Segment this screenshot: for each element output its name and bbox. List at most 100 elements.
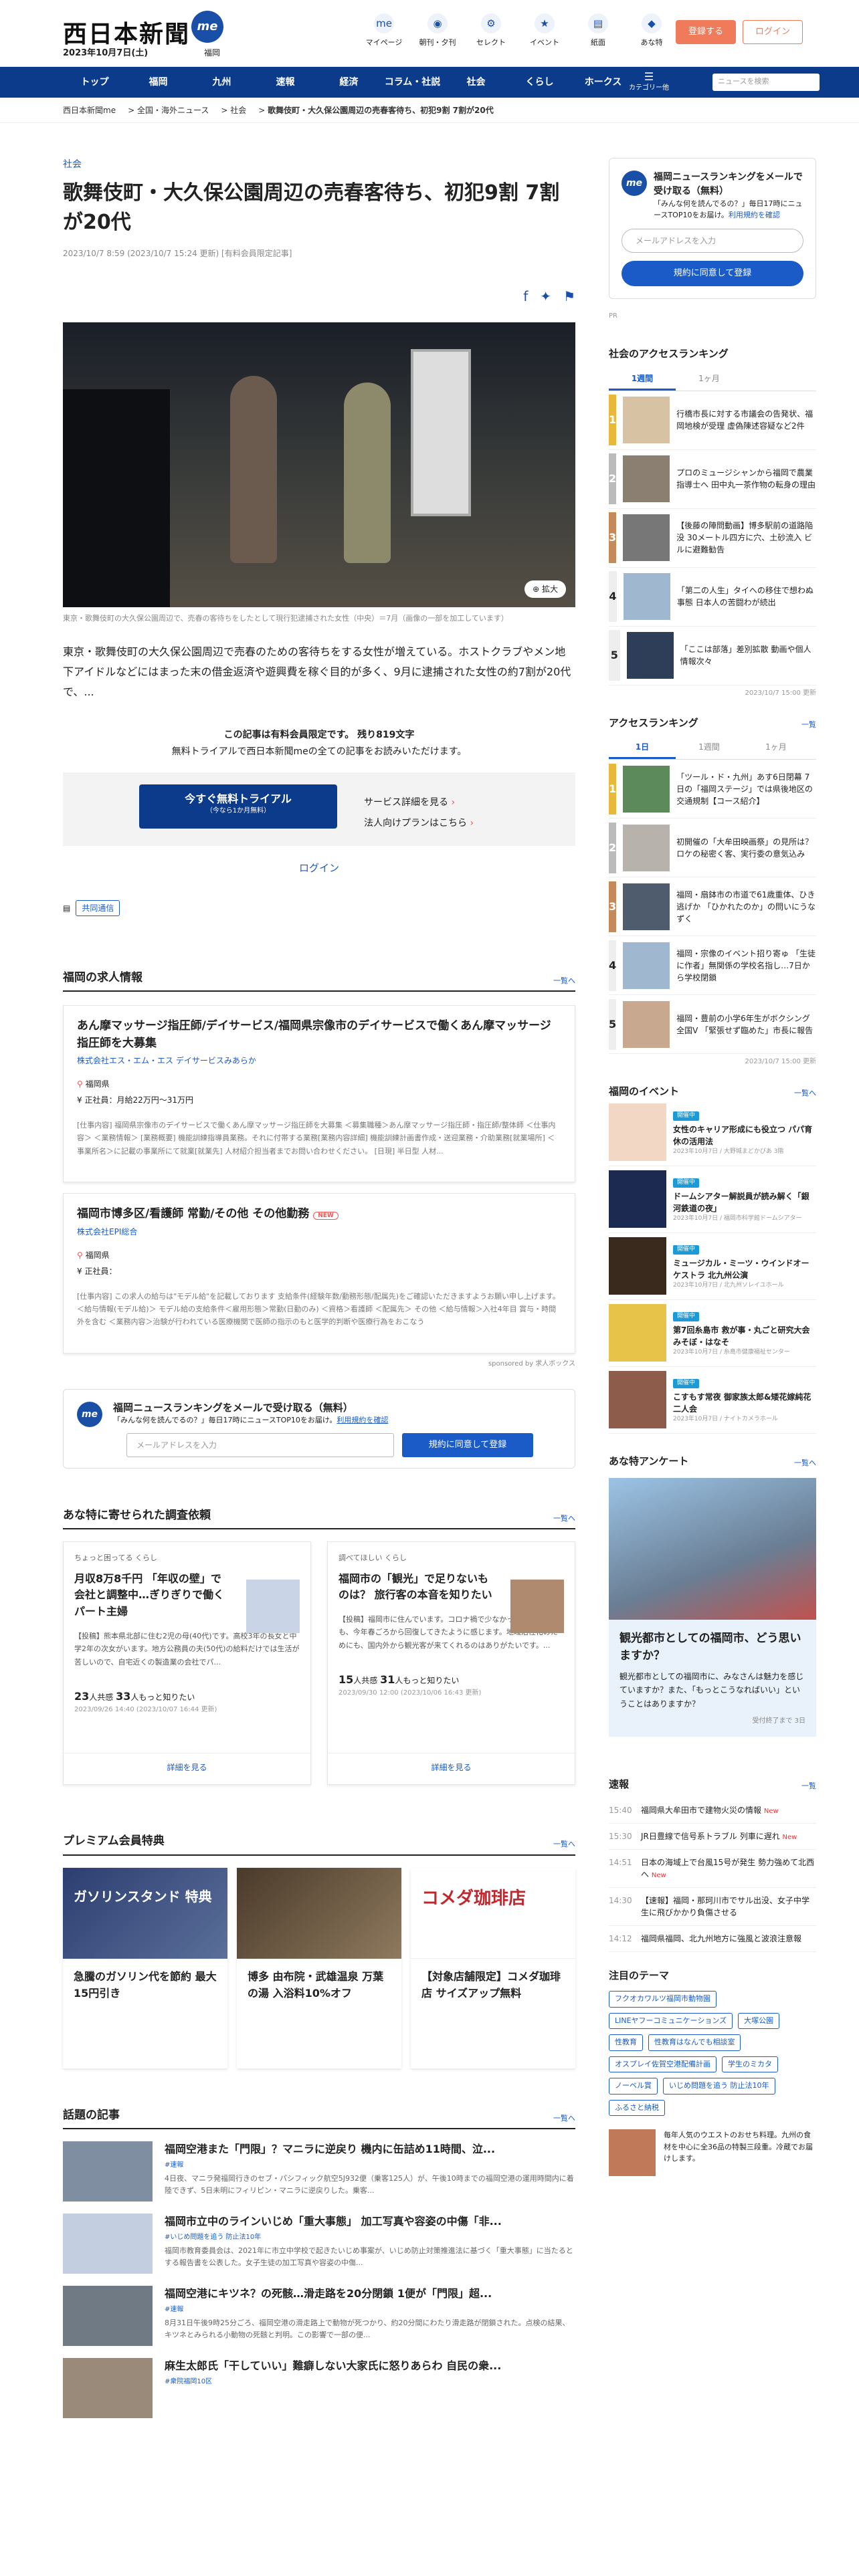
nav-kyushu[interactable]: 九州 <box>190 76 254 90</box>
ranking-item[interactable]: 3 福岡・扇鉢市の市道で61歳重体、ひき逃げか 「ひかれたのか」の問いにうなずく <box>609 877 816 936</box>
subscribe-button[interactable]: 規約に同意して登録 <box>402 1432 533 1457</box>
survey-card[interactable]: ちょっと困ってる くらし 月収8万8千円 「年収の壁」で会社と調整中…ぎりぎりで… <box>63 1541 311 1786</box>
theme-tag[interactable]: LINEヤフーコミュニケーションズ <box>609 2012 733 2030</box>
print-edition-button[interactable]: ▤ 紙面 <box>575 13 621 49</box>
breadcrumb-society[interactable]: 社会 <box>230 106 246 115</box>
survey-card[interactable]: 調べてほしい くらし 福岡市の「観光」で足りないものは？ 旅行客の本音を知りたい… <box>327 1541 575 1786</box>
breadcrumb-home[interactable]: 西日本新聞me <box>63 106 116 115</box>
promo-item[interactable]: 毎年人気のウエストのおせち料理。九州の食材を中心に全36品の特製三段重。冷蔵でお… <box>609 2129 816 2177</box>
topic-item[interactable]: 福岡空港にキツネ？の死骸…滑走路を20分閉鎖 1便が「門限」超... #速報 8月3… <box>63 2286 575 2347</box>
nav-hawks[interactable]: ホークス <box>571 76 635 90</box>
event-item[interactable]: 開催中 女性のキャリア形成にも役立つ パパ育休の活用法 2023年10月7日 / 大… <box>609 1099 816 1166</box>
flash-item[interactable]: 15:40 福岡県大牟田市で建物火災の情報 New <box>609 1798 816 1824</box>
free-trial-button[interactable]: 今すぐ無料トライアル （今なら1か月無料） <box>139 784 337 829</box>
nav-column[interactable]: コラム・社説 <box>381 76 444 90</box>
theme-tag[interactable]: オスプレイ佐賀空港配備計画 <box>609 2056 717 2073</box>
ranking-item[interactable]: 4 「第二の人生」タイへの移住で想わぬ事態 日本人の苦闘わが続出 <box>609 568 816 627</box>
category-menu-button[interactable]: ☰ カテゴリー他 <box>629 71 669 93</box>
breadcrumb-national[interactable]: 全国・海外ニュース <box>137 106 209 115</box>
event-item[interactable]: 開催中 ドームシアター解説員が読み解く「銀河鉄道の夜」 2023年10月7日 / 福… <box>609 1166 816 1233</box>
ranking-item[interactable]: 2 プロのミュージシャンから福岡で農業指導士へ 田中丸一茶作物の転身の理由 <box>609 450 816 509</box>
sidebar-subscribe-button[interactable]: 規約に同意して登録 <box>622 261 803 286</box>
ranking-item[interactable]: 5 「ここは部落」差別拡散 動画や個人情報次々 <box>609 627 816 685</box>
nav-breaking[interactable]: 速報 <box>254 76 317 90</box>
event-item[interactable]: 開催中 ミュージカル・ミーツ・ウインドオーケストラ 北九州公演 2023年10月7日… <box>609 1233 816 1300</box>
theme-tag[interactable]: ノーベル賞 <box>609 2078 658 2095</box>
tab-week[interactable]: 1週間 <box>676 737 743 759</box>
search-input[interactable]: ニュースを検索 <box>712 74 820 91</box>
service-detail-link[interactable]: サービス詳細を見る › <box>364 792 474 813</box>
event-item[interactable]: 開催中 第7回糸島市 救が事・丸ごと研究大会 みそぼ・はなそ 2023年10月7日 … <box>609 1300 816 1367</box>
email-input[interactable]: メールアドレスを入力 <box>126 1432 394 1457</box>
nav-top[interactable]: トップ <box>63 76 126 90</box>
flash-item[interactable]: 14:12 福岡県福岡、北九州地方に強風と波浪注意報 <box>609 1926 816 1952</box>
tab-month[interactable]: 1ヶ月 <box>676 368 743 391</box>
register-button[interactable]: 登録する <box>676 20 736 44</box>
survey-detail-button[interactable]: 詳細を見る <box>64 1753 310 1774</box>
flash-item[interactable]: 14:30 【速報】福岡・那珂川市でサル出没、女子中学生に飛びかかり負傷させる <box>609 1888 816 1926</box>
paper-edition-button[interactable]: ◉ 朝刊・夕刊 <box>415 13 460 49</box>
enquete-more-link[interactable]: 一覧へ <box>794 1458 816 1469</box>
nav-fukuoka[interactable]: 福岡 <box>126 76 190 90</box>
sidebar-email-input[interactable]: メールアドレスを入力 <box>622 229 803 253</box>
theme-tag[interactable]: 性教育 <box>609 2034 643 2051</box>
theme-tag[interactable]: フクオカワルツ福岡市動物園 <box>609 1991 717 2008</box>
facebook-icon[interactable]: f <box>523 286 528 306</box>
topic-item[interactable]: 麻生太郎氏「干していい」難癖しない大家氏に怒りあらわ 自民の衆... #衆院福岡1… <box>63 2358 575 2419</box>
article-category[interactable]: 社会 <box>63 158 575 172</box>
enquete-card[interactable]: 観光都市としての福岡市、どう思いますか？ 観光都市としての福岡市に、みなさんは魅力… <box>609 1478 816 1737</box>
me-badge[interactable]: me <box>191 11 223 43</box>
topics-more-link[interactable]: 一覧へ <box>553 2113 575 2125</box>
ranking-item[interactable]: 2 初開催の「大牟田映画祭」の見所は？ ロケの秘密く客、実行委の意気込み <box>609 819 816 877</box>
ranking-item[interactable]: 1 行橋市長に対する市議会の告発状、福岡地検が受理 虚偽陳述容疑など2件 <box>609 391 816 450</box>
ranking-item[interactable]: 3 【後藤の陣問動画】博多駅前の道路陥没 30メートル四方に穴、土砂流入 ビルに避… <box>609 509 816 568</box>
tab-week[interactable]: 1週間 <box>609 368 676 391</box>
nav-society[interactable]: 社会 <box>444 76 508 90</box>
region-selector[interactable]: 福岡 <box>204 47 220 59</box>
event-item[interactable]: 開催中 こすもす常夜 御家族太郎&矮花嫁純花 二人会 2023年10月7日 / ナイ… <box>609 1367 816 1434</box>
theme-tag[interactable]: いじめ問題を追う 防止法10年 <box>663 2078 775 2095</box>
anatoku-button[interactable]: ◆ あな特 <box>629 13 674 49</box>
theme-tag[interactable]: ふるさと納税 <box>609 2099 665 2117</box>
topic-item[interactable]: 福岡市立中のラインいじめ「重大事態」 加工写真や容姿の中傷「非... #いじめ問題… <box>63 2214 575 2274</box>
job-card[interactable]: 福岡市博多区/看護師 常勤/その他 その他勤務 NEW 株式会社EPI総合 ⚲ … <box>63 1193 575 1354</box>
theme-tag[interactable]: 性教育はなんでも相談室 <box>648 2034 741 2051</box>
kyodo-tag[interactable]: 共同通信 <box>76 899 120 916</box>
article-login-link[interactable]: ログイン <box>63 861 575 876</box>
flash-item[interactable]: 15:30 JR日豊線で信号系トラブル 列車に遅れ New <box>609 1824 816 1850</box>
topic-item[interactable]: 福岡空港また「門限」？マニラに逆戻り 機内に缶詰め11時間、泣... #速報 4日夜… <box>63 2141 575 2202</box>
flash-item[interactable]: 14:51 日本の海域上で台風15号が発生 勢力強めて北西へ New <box>609 1850 816 1888</box>
nav-life[interactable]: くらし <box>508 76 571 90</box>
article-photo[interactable]: ⊕ 拡大 <box>63 322 575 607</box>
corporate-plan-link[interactable]: 法人向けプランはこちら › <box>364 813 474 834</box>
share-buttons: f ✦ ⚑ <box>63 286 575 306</box>
ranking-item[interactable]: 5 福岡・豊前の小学6年生がボクシング全国V 「緊張せず臨めた」市長に報告 <box>609 995 816 1054</box>
premium-card[interactable]: コメダ珈琲店 【対象店舗限定】コメダ珈琲店 サイズアップ無料 <box>411 1867 575 2068</box>
premium-card[interactable]: 博多 由布院・武雄温泉 万葉の湯 入浴料10%オフ <box>237 1867 401 2068</box>
tab-day[interactable]: 1日 <box>609 737 676 759</box>
terms-link[interactable]: 利用規約を確認 <box>337 1416 388 1424</box>
job-card[interactable]: あん摩マッサージ指圧師/デイサービス/福岡県宗像市のデイサービスで働くあん摩マッ… <box>63 1005 575 1183</box>
mypage-button[interactable]: me マイページ <box>361 13 407 49</box>
terms-link[interactable]: 利用規約を確認 <box>729 211 780 219</box>
theme-tag[interactable]: 大塚公園 <box>738 2012 780 2030</box>
ranking-item[interactable]: 1 「ツール・ド・九州」あす6日閉幕 7日の「福岡ステージ」では県後地区の交通規制… <box>609 760 816 819</box>
theme-tag[interactable]: 学生のミカタ <box>722 2056 778 2073</box>
zoom-button[interactable]: ⊕ 拡大 <box>524 580 566 598</box>
jobs-more-link[interactable]: 一覧へ <box>553 976 575 987</box>
events-more-link[interactable]: 一覧へ <box>794 1088 816 1099</box>
event-button[interactable]: ★ イベント <box>522 13 567 49</box>
nav-economy[interactable]: 経済 <box>317 76 381 90</box>
premium-card[interactable]: ガソリンスタンド 特典 急騰のガソリン代を節約 最大15円引き <box>63 1867 227 2068</box>
survey-detail-button[interactable]: 詳細を見る <box>328 1753 575 1774</box>
premium-more-link[interactable]: 一覧へ <box>553 1839 575 1850</box>
tab-month[interactable]: 1ヶ月 <box>743 737 809 759</box>
flash-more-link[interactable]: 一覧 <box>801 1781 816 1792</box>
twitter-icon[interactable]: ✦ <box>540 286 551 306</box>
ranking-item[interactable]: 4 福岡・宗像のイベント招り寄ゅ 「生徒に作者」無関係の学校名指し…7日から学校閉… <box>609 936 816 995</box>
bookmark-icon[interactable]: ⚑ <box>563 286 575 306</box>
surveys-more-link[interactable]: 一覧へ <box>553 1513 575 1525</box>
access-more-link[interactable]: 一覧 <box>801 720 816 731</box>
login-button[interactable]: ログイン <box>743 20 803 44</box>
select-button[interactable]: ⚙ セレクト <box>468 13 514 49</box>
